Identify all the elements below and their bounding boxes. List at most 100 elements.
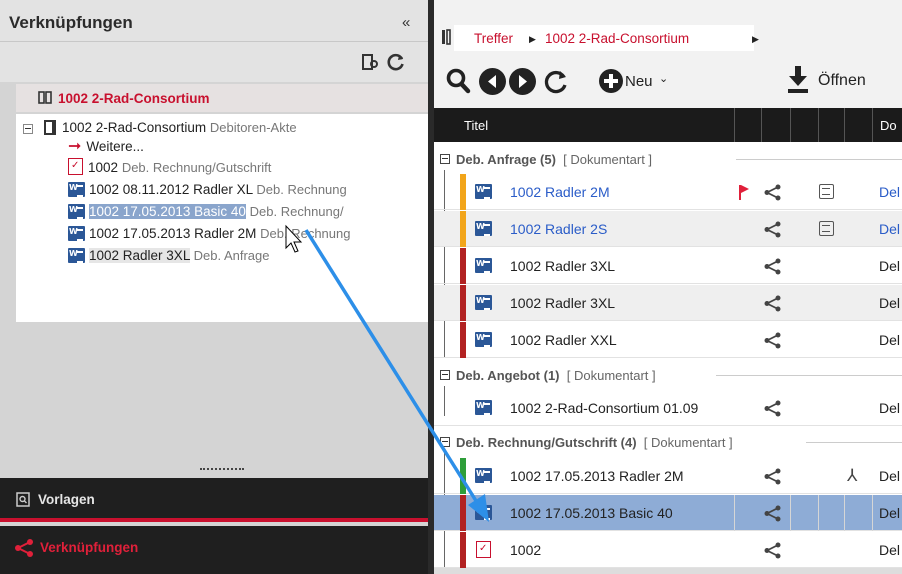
row-doc-type: Del bbox=[879, 400, 901, 416]
table-row[interactable]: 1002 Radler 2S Del bbox=[434, 211, 902, 247]
group-label: Deb. Angebot (1) [ Dokumentart ] bbox=[456, 368, 656, 383]
row-title: 1002 17.05.2013 Basic 40 bbox=[510, 505, 673, 521]
tree-item[interactable]: 1002 17.05.2013 Radler 2M Deb. Rechnung bbox=[68, 224, 350, 244]
column-header-title[interactable]: Titel bbox=[464, 118, 488, 133]
row-title: 1002 bbox=[510, 542, 542, 558]
open-button-label: Öffnen bbox=[818, 72, 866, 89]
tree-item-title: 1002 08.11.2012 Radler XL bbox=[89, 182, 253, 197]
group-header[interactable]: Deb. Angebot (1) [ Dokumentart ] bbox=[434, 362, 902, 388]
new-button[interactable]: Neu ⌄ bbox=[599, 69, 668, 93]
collapse-group-icon[interactable] bbox=[440, 437, 450, 447]
results-panel: Treffer ▶ 1002 2-Rad-Consortium ▶ Neu ⌄ bbox=[434, 0, 902, 574]
word-icon bbox=[475, 258, 492, 273]
table-row[interactable]: 1002 Radler XXL Del bbox=[434, 322, 902, 358]
word-icon bbox=[475, 468, 492, 483]
root-record[interactable]: 1002 2-Rad-Consortium bbox=[16, 84, 428, 112]
word-icon bbox=[475, 400, 492, 415]
word-icon bbox=[475, 505, 492, 520]
group-label: Deb. Rechnung/Gutschrift (4) [ Dokumenta… bbox=[456, 435, 733, 450]
pdf-icon bbox=[476, 541, 491, 558]
share-icon[interactable] bbox=[764, 295, 781, 312]
share-icon[interactable] bbox=[764, 468, 781, 485]
tree-item-selected[interactable]: 1002 17.05.2013 Basic 40 Deb. Rechnung/ bbox=[68, 202, 344, 222]
nav-links[interactable]: Verknüpfungen bbox=[0, 526, 428, 574]
collapse-node-icon[interactable] bbox=[23, 124, 33, 134]
breadcrumb-separator-icon: ▶ bbox=[752, 34, 759, 44]
arrow-left-icon bbox=[488, 75, 496, 88]
share-icon[interactable] bbox=[764, 184, 781, 201]
share-icon[interactable] bbox=[764, 505, 781, 522]
search-icon[interactable] bbox=[446, 67, 472, 95]
pdf-acrobat-icon[interactable]: ⅄ bbox=[847, 466, 857, 486]
breadcrumb-item[interactable]: Treffer bbox=[474, 31, 513, 46]
nav-templates[interactable]: Vorlagen bbox=[0, 478, 428, 522]
row-title: 1002 Radler XXL bbox=[510, 332, 617, 348]
group-header[interactable]: Deb. Anfrage (5) [ Dokumentart ] bbox=[434, 146, 902, 172]
share-icon[interactable] bbox=[764, 542, 781, 559]
nav-templates-label: Vorlagen bbox=[38, 492, 95, 507]
table-row[interactable]: 1002 Radler 2M Del bbox=[434, 174, 902, 210]
table-row[interactable]: 1002 Del bbox=[434, 532, 902, 568]
table-row-selected[interactable]: 1002 17.05.2013 Basic 40 Del bbox=[434, 495, 902, 531]
group-header[interactable]: Deb. Rechnung/Gutschrift (4) [ Dokumenta… bbox=[434, 429, 902, 455]
group-name: Deb. Angebot (1) bbox=[456, 368, 560, 383]
tree-root-node[interactable]: 1002 2-Rad-Consortium Debitoren-Akte bbox=[44, 118, 297, 138]
column-header-document[interactable]: Do bbox=[880, 118, 897, 133]
new-button-label: Neu bbox=[625, 73, 653, 90]
row-doc-type: Del bbox=[879, 221, 901, 237]
breadcrumb-item[interactable]: 1002 2-Rad-Consortium bbox=[545, 31, 689, 46]
nav-links-label: Verknüpfungen bbox=[40, 540, 139, 555]
table-header: Titel Do bbox=[434, 108, 902, 142]
breadcrumb: Treffer ▶ 1002 2-Rad-Consortium ▶ bbox=[454, 25, 759, 51]
tree-item-type: Deb. Rechnung/Gutschrift bbox=[121, 160, 272, 175]
share-icon bbox=[15, 539, 33, 557]
tree-more-link[interactable]: ➞ Weitere... bbox=[68, 137, 144, 157]
flag-icon[interactable] bbox=[738, 184, 750, 200]
panel-splitter[interactable] bbox=[0, 466, 428, 475]
tree-item-type: Deb. Rechnung bbox=[260, 226, 351, 241]
word-icon bbox=[475, 221, 492, 236]
tree-item-type: Deb. Rechnung/ bbox=[249, 204, 344, 219]
main-toolbar: Neu ⌄ Öffnen bbox=[434, 60, 902, 108]
collapse-group-icon[interactable] bbox=[440, 154, 450, 164]
previous-button[interactable] bbox=[479, 68, 506, 95]
word-icon bbox=[475, 332, 492, 347]
note-icon[interactable] bbox=[819, 221, 834, 236]
word-icon bbox=[475, 184, 492, 199]
table-row[interactable]: 1002 Radler 3XL Del bbox=[434, 285, 902, 321]
row-title: 1002 2-Rad-Consortium 01.09 bbox=[510, 400, 699, 416]
table-row[interactable]: 1002 Radler 3XL Del bbox=[434, 248, 902, 284]
tree-item[interactable]: 1002 08.11.2012 Radler XL Deb. Rechnung bbox=[68, 180, 347, 200]
word-icon bbox=[68, 248, 85, 263]
refresh-icon[interactable] bbox=[386, 52, 406, 72]
group-type: [ Dokumentart ] bbox=[566, 368, 656, 383]
row-doc-type: Del bbox=[879, 505, 901, 521]
row-title: 1002 Radler 3XL bbox=[510, 295, 616, 311]
group-name: Deb. Anfrage (5) bbox=[456, 152, 556, 167]
next-button[interactable] bbox=[509, 68, 536, 95]
collapse-group-icon[interactable] bbox=[440, 370, 450, 380]
book-settings-icon[interactable] bbox=[360, 52, 380, 72]
links-panel-header: Verknüpfungen « bbox=[0, 0, 428, 42]
collapse-panel-icon[interactable]: « bbox=[402, 14, 410, 31]
book-icon bbox=[442, 29, 451, 45]
refresh-icon[interactable] bbox=[542, 68, 570, 96]
tree-item[interactable]: 1002 Deb. Rechnung/Gutschrift bbox=[68, 158, 271, 178]
arrow-right-icon: ➞ bbox=[68, 138, 82, 155]
horizontal-scrollbar[interactable] bbox=[434, 568, 902, 574]
pdf-icon bbox=[68, 158, 83, 175]
share-icon[interactable] bbox=[764, 400, 781, 417]
note-icon[interactable] bbox=[819, 184, 834, 199]
share-icon[interactable] bbox=[764, 221, 781, 238]
share-icon[interactable] bbox=[764, 332, 781, 349]
tree-root-label: 1002 2-Rad-Consortium bbox=[62, 120, 207, 135]
row-doc-type: Del bbox=[879, 295, 901, 311]
arrow-right-icon bbox=[519, 75, 527, 88]
tree-item[interactable]: 1002 Radler 3XL Deb. Anfrage bbox=[68, 246, 269, 266]
table-row[interactable]: 1002 2-Rad-Consortium 01.09 Del bbox=[434, 390, 902, 426]
search-doc-icon bbox=[16, 492, 30, 507]
folder-stack-icon bbox=[38, 91, 52, 104]
share-icon[interactable] bbox=[764, 258, 781, 275]
table-row[interactable]: 1002 17.05.2013 Radler 2M ⅄ Del bbox=[434, 458, 902, 494]
open-button[interactable]: Öffnen bbox=[786, 64, 866, 97]
